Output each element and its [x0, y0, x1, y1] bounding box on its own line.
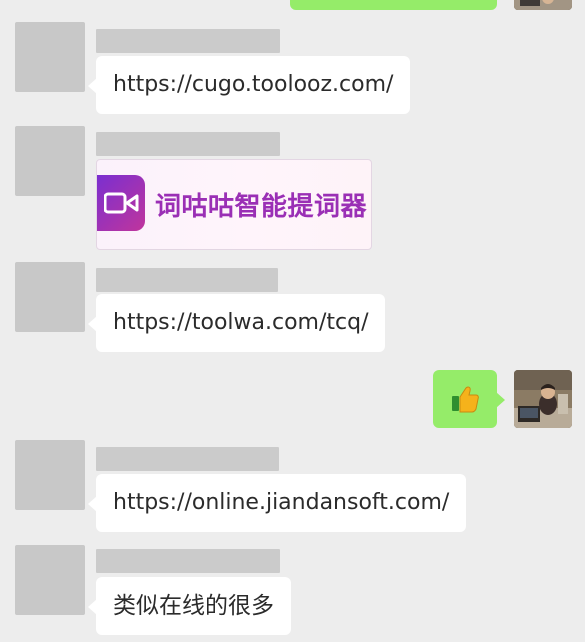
message-bubble[interactable]: 类似在线的很多 — [88, 577, 291, 635]
teleprompter-logo-icon — [97, 175, 145, 231]
message-bubble[interactable]: https://online.jiandansoft.com/ — [87, 474, 467, 532]
self-avatar[interactable] — [514, 370, 572, 428]
sender-name-redacted — [96, 549, 280, 573]
chat-window: https://cugo.toolooz.com/ 词咕咕智能提词器 https… — [0, 0, 585, 642]
app-share-card[interactable]: 词咕咕智能提词器 — [96, 159, 372, 250]
sender-name-redacted — [96, 268, 278, 292]
sender-name-redacted — [96, 447, 279, 471]
message-bubble[interactable]: https://cugo.toolooz.com/ — [87, 56, 411, 114]
contact-avatar[interactable] — [15, 545, 85, 615]
self-avatar-partial[interactable] — [514, 0, 572, 10]
sent-message-partial[interactable] — [290, 0, 497, 10]
contact-avatar[interactable] — [15, 126, 85, 196]
contact-avatar[interactable] — [15, 22, 85, 92]
card-title: 词咕咕智能提词器 — [155, 192, 368, 222]
message-bubble[interactable]: https://toolwa.com/tcq/ — [87, 294, 386, 352]
contact-avatar[interactable] — [15, 440, 85, 510]
sent-message-bubble[interactable] — [433, 370, 505, 428]
sender-name-redacted — [96, 132, 280, 156]
contact-avatar[interactable] — [15, 262, 85, 332]
thumbs-up-emoji-icon — [452, 386, 479, 413]
sender-name-redacted — [96, 29, 280, 53]
